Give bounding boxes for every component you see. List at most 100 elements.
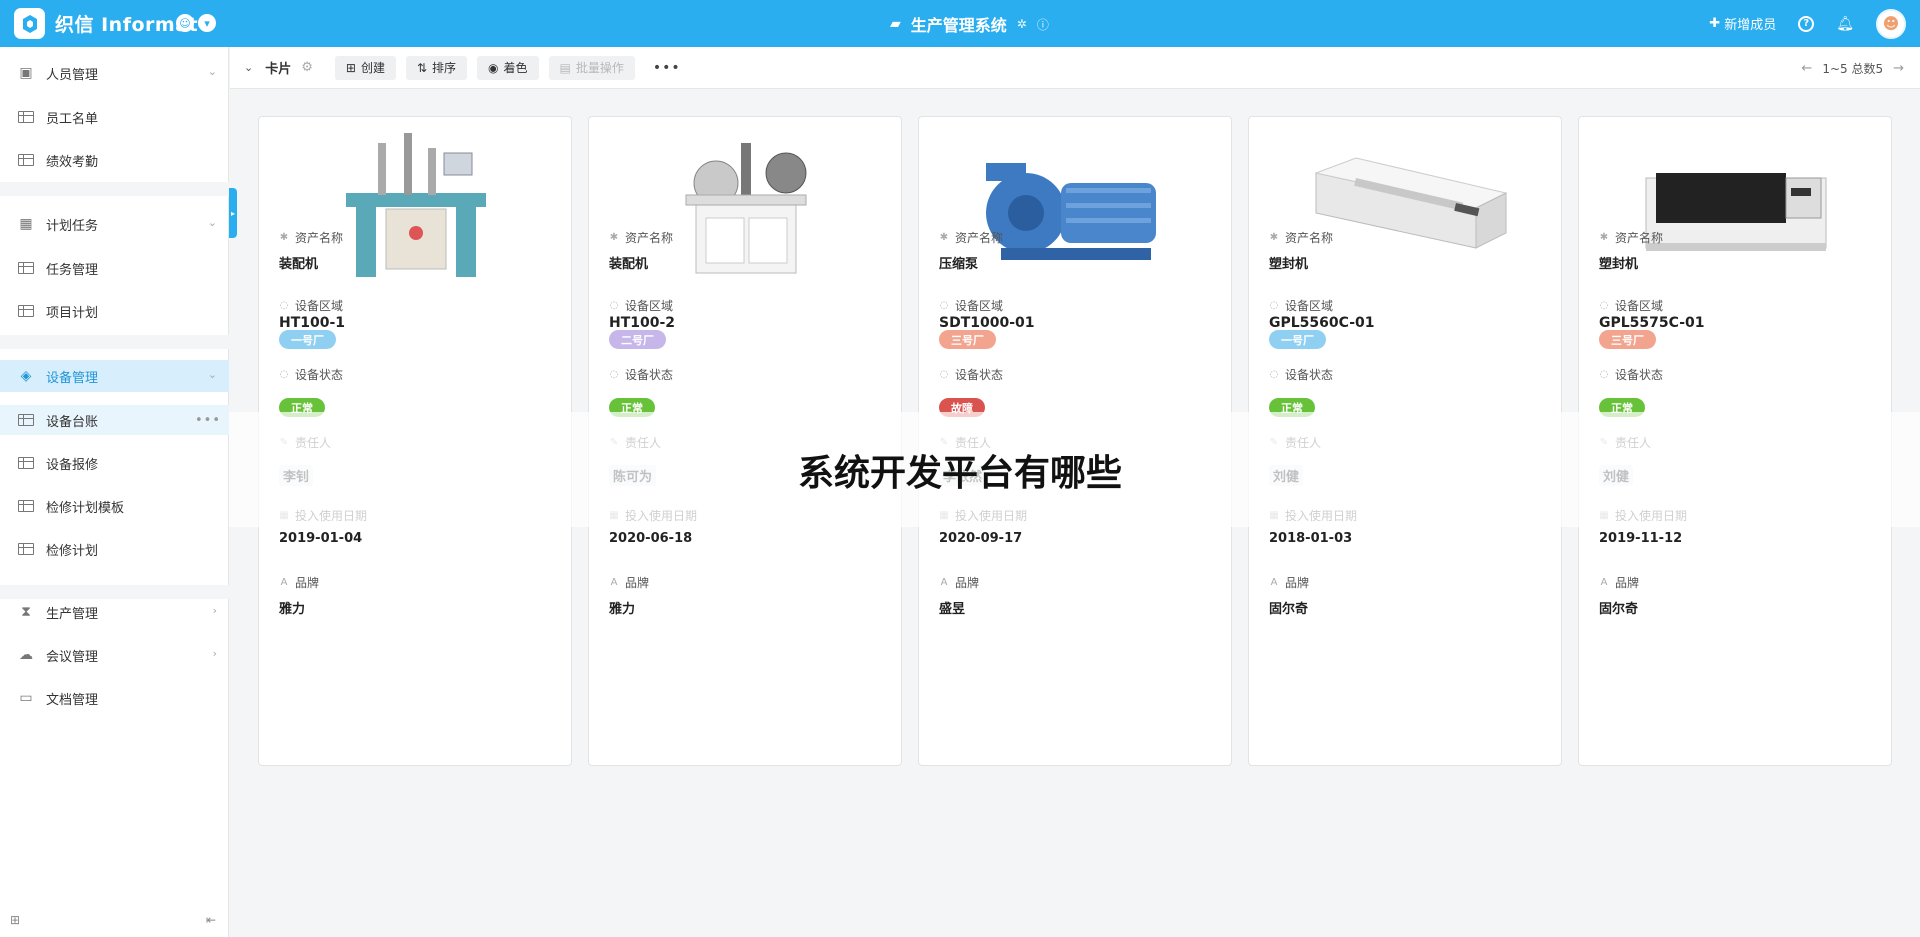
- field-label: ◌ 设备区域: [939, 297, 1003, 314]
- field-label: ◌ 设备区域: [1269, 297, 1333, 314]
- field-label-text: 设备区域: [295, 299, 344, 313]
- area-tag: 一号厂: [1269, 330, 1326, 349]
- sidebar-item-label: 检修计划: [46, 543, 99, 559]
- table-icon: [18, 414, 34, 426]
- settings-icon[interactable]: ✲: [1017, 17, 1027, 31]
- app-switcher[interactable]: ☺ ▾: [176, 14, 216, 32]
- field-value: 雅力: [279, 602, 306, 617]
- top-right-actions: ✚ 新增成员 ? 🔔︎ ☻: [1709, 8, 1906, 39]
- field-label-text: 品牌: [1615, 576, 1640, 590]
- bell-icon[interactable]: 🔔︎: [1836, 16, 1854, 32]
- more-icon[interactable]: •••: [195, 413, 221, 428]
- color-label: 着色: [503, 61, 528, 75]
- batch-operation-button[interactable]: ▤ 批量操作: [548, 55, 635, 80]
- asterisk-icon: ✱: [1269, 232, 1279, 243]
- plus-square-icon: ⊞: [345, 60, 356, 75]
- hourglass-icon: ⧗: [21, 604, 31, 620]
- top-bar: 织信 Informat ☺ ▾ ▰ 生产管理系统 ✲ ⓘ ✚ 新增成员 ? 🔔︎…: [0, 0, 1920, 47]
- color-button[interactable]: ◉ 着色: [477, 55, 539, 80]
- sidebar-item-employee-list[interactable]: 员工名单: [0, 102, 229, 132]
- circle-icon: ◌: [1269, 300, 1279, 311]
- field-label: ◌ 设备状态: [1269, 366, 1333, 383]
- field-label: A 品牌: [279, 574, 319, 591]
- sort-button[interactable]: ⇅ 排序: [405, 55, 468, 80]
- add-module-icon[interactable]: ⊞: [10, 913, 20, 927]
- info-icon[interactable]: ⓘ: [1037, 16, 1049, 33]
- field-label: ◌ 设备区域: [279, 297, 343, 314]
- sidebar-item-maintenance-plan[interactable]: 检修计划: [0, 534, 229, 564]
- text-icon: A: [1270, 577, 1278, 588]
- chevron-down-icon[interactable]: ▾: [198, 14, 216, 32]
- cloud-icon: ☁: [19, 647, 33, 663]
- divider: [0, 335, 229, 349]
- brand[interactable]: 织信 Informat: [14, 8, 198, 39]
- field-value: 2020-06-18: [609, 531, 693, 546]
- sidebar-group-personnel[interactable]: ▣ 人员管理 ⌄: [0, 57, 229, 89]
- sidebar-item-project-plan[interactable]: 项目计划: [0, 296, 229, 326]
- sidebar-group-equipment[interactable]: ◈ 设备管理 ⌄: [0, 360, 229, 392]
- sidebar-toggle-handle[interactable]: ▸: [229, 188, 237, 238]
- chevron-right-icon: ›: [212, 647, 217, 660]
- chevron-right-icon: ›: [212, 604, 217, 617]
- sidebar-group-label: 人员管理: [46, 67, 99, 83]
- mini-avatar-icon[interactable]: ☺: [176, 14, 194, 32]
- create-button[interactable]: ⊞ 创建: [334, 55, 396, 80]
- help-icon[interactable]: ?: [1798, 15, 1815, 32]
- view-settings-icon[interactable]: ⚙: [301, 60, 313, 75]
- field-label-text: 品牌: [1285, 576, 1310, 590]
- add-member-button[interactable]: ✚ 新增成员: [1709, 14, 1776, 33]
- area-tag: 一号厂: [279, 330, 336, 349]
- sidebar-group-documents[interactable]: ▭ 文档管理: [0, 682, 229, 714]
- view-selector[interactable]: 卡片: [265, 58, 291, 77]
- circle-icon: ◌: [1269, 369, 1279, 380]
- cube-icon: ◈: [20, 368, 32, 384]
- table-icon: [18, 111, 34, 123]
- field-label: ◌ 设备区域: [609, 297, 673, 314]
- sidebar-item-task-management[interactable]: 任务管理: [0, 253, 229, 283]
- add-member-label: 新增成员: [1724, 18, 1777, 33]
- more-options-icon[interactable]: •••: [653, 60, 681, 76]
- sidebar-item-label: 设备台账: [46, 414, 99, 430]
- field-label-text: 设备区域: [955, 299, 1004, 313]
- sidebar-group-label: 文档管理: [46, 692, 99, 708]
- sidebar-item-performance[interactable]: 绩效考勤: [0, 145, 229, 175]
- asterisk-icon: ✱: [279, 232, 289, 243]
- sidebar-item-equipment-ledger[interactable]: 设备台账 •••: [0, 405, 229, 435]
- sidebar-group-plans[interactable]: ▦ 计划任务 ⌄: [0, 208, 229, 240]
- chevron-down-icon: ⌄: [207, 368, 217, 381]
- field-value: 塑封机: [1269, 257, 1309, 272]
- circle-icon: ◌: [279, 369, 289, 380]
- table-icon: [18, 154, 34, 166]
- sidebar-group-label: 会议管理: [46, 649, 99, 665]
- sidebar-group-label: 计划任务: [46, 218, 99, 234]
- text-icon: A: [280, 577, 288, 588]
- table-icon: [18, 305, 34, 317]
- circle-icon: ◌: [1599, 300, 1609, 311]
- field-value: 2018-01-03: [1269, 531, 1353, 546]
- circle-icon: ◌: [939, 300, 949, 311]
- field-label: ◌ 设备状态: [1599, 366, 1663, 383]
- field-value: 雅力: [609, 602, 636, 617]
- sidebar-group-production[interactable]: ⧗ 生产管理 ›: [0, 596, 229, 628]
- user-avatar[interactable]: ☻: [1876, 8, 1906, 39]
- field-label-text: 设备状态: [625, 368, 674, 382]
- field-label-text: 设备区域: [1285, 299, 1334, 313]
- table-icon: [18, 500, 34, 512]
- create-label: 创建: [360, 61, 385, 75]
- arrow-right-icon[interactable]: →: [1893, 61, 1904, 76]
- folder-icon: ▭: [19, 690, 33, 706]
- field-label-text: 设备状态: [1285, 368, 1334, 382]
- field-label: A 品牌: [1269, 574, 1309, 591]
- asterisk-icon: ✱: [609, 232, 619, 243]
- sidebar-group-meetings[interactable]: ☁ 会议管理 ›: [0, 639, 229, 671]
- sidebar-item-label: 员工名单: [46, 111, 99, 127]
- sort-label: 排序: [432, 61, 457, 75]
- chevron-down-icon: ⌄: [207, 65, 217, 78]
- chevron-down-icon[interactable]: ⌄: [244, 61, 253, 74]
- card-title: GPL5560C-01: [1269, 315, 1375, 331]
- pagination-text: 1~5 总数5: [1822, 62, 1884, 76]
- collapse-sidebar-icon[interactable]: ⇤: [206, 913, 216, 927]
- eye-icon: ◉: [488, 60, 499, 75]
- arrow-left-icon[interactable]: ←: [1801, 61, 1812, 76]
- toolbar: ⌄ 卡片 ⚙ ⊞ 创建 ⇅ 排序 ◉ 着色 ▤ 批量操作 ••• ← 1~5 总…: [230, 47, 1920, 89]
